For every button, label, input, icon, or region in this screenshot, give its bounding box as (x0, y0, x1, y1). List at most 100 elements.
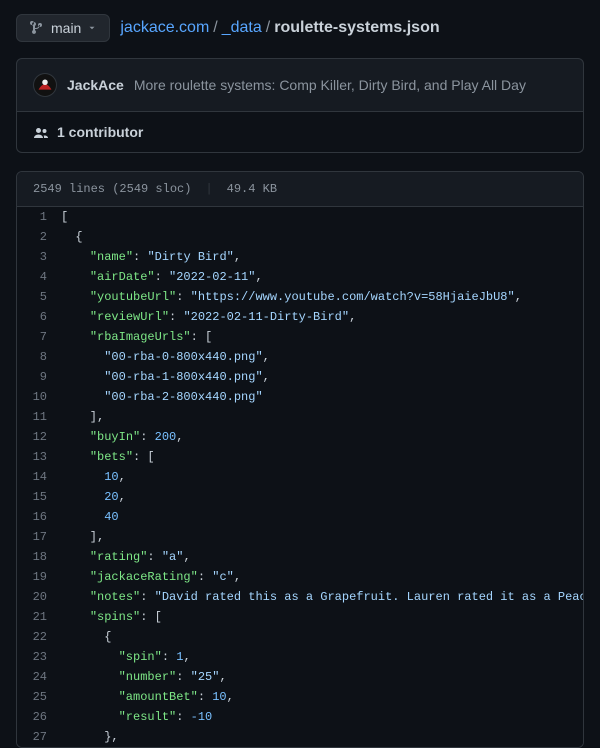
commit-message[interactable]: More roulette systems: Comp Killer, Dirt… (134, 77, 526, 93)
line-content: "rbaImageUrls": [ (61, 327, 583, 347)
line-content: 10, (61, 467, 583, 487)
code-line[interactable]: 15 20, (17, 487, 583, 507)
file-box: 2549 lines (2549 sloc) | 49.4 KB 1[2 {3 … (16, 171, 584, 748)
line-content: 40 (61, 507, 583, 527)
code-line[interactable]: 23 "spin": 1, (17, 647, 583, 667)
line-number[interactable]: 18 (17, 547, 61, 567)
git-branch-icon (29, 20, 45, 36)
code-line[interactable]: 18 "rating": "a", (17, 547, 583, 567)
avatar-image (34, 74, 56, 96)
breadcrumb-dir[interactable]: _data (222, 19, 262, 36)
line-content: { (61, 227, 583, 247)
line-number[interactable]: 22 (17, 627, 61, 647)
line-number[interactable]: 2 (17, 227, 61, 247)
line-number[interactable]: 17 (17, 527, 61, 547)
line-content: "youtubeUrl": "https://www.youtube.com/w… (61, 287, 583, 307)
line-content: "result": -10 (61, 707, 583, 727)
line-number[interactable]: 21 (17, 607, 61, 627)
line-content: "spin": 1, (61, 647, 583, 667)
line-number[interactable]: 9 (17, 367, 61, 387)
line-content: "buyIn": 200, (61, 427, 583, 447)
branch-name: main (51, 20, 81, 36)
line-content: "spins": [ (61, 607, 583, 627)
code-line[interactable]: 1[ (17, 207, 583, 227)
line-content: "notes": "David rated this as a Grapefru… (61, 587, 583, 607)
code-line[interactable]: 25 "amountBet": 10, (17, 687, 583, 707)
line-content: "amountBet": 10, (61, 687, 583, 707)
line-number[interactable]: 20 (17, 587, 61, 607)
contributors-row[interactable]: 1 contributor (16, 112, 584, 153)
code-line[interactable]: 9 "00-rba-1-800x440.png", (17, 367, 583, 387)
breadcrumb-repo[interactable]: jackace.com (120, 19, 209, 36)
code-line[interactable]: 10 "00-rba-2-800x440.png" (17, 387, 583, 407)
line-content: "00-rba-1-800x440.png", (61, 367, 583, 387)
code-line[interactable]: 7 "rbaImageUrls": [ (17, 327, 583, 347)
code-line[interactable]: 27 }, (17, 727, 583, 747)
line-number[interactable]: 14 (17, 467, 61, 487)
code-line[interactable]: 22 { (17, 627, 583, 647)
code-line[interactable]: 4 "airDate": "2022-02-11", (17, 267, 583, 287)
commit-author[interactable]: JackAce (67, 77, 124, 93)
code-line[interactable]: 17 ], (17, 527, 583, 547)
file-header: 2549 lines (2549 sloc) | 49.4 KB (17, 172, 583, 207)
code-line[interactable]: 19 "jackaceRating": "c", (17, 567, 583, 587)
code-view[interactable]: 1[2 {3 "name": "Dirty Bird",4 "airDate":… (17, 207, 583, 747)
line-number[interactable]: 23 (17, 647, 61, 667)
code-line[interactable]: 21 "spins": [ (17, 607, 583, 627)
line-number[interactable]: 6 (17, 307, 61, 327)
line-number[interactable]: 16 (17, 507, 61, 527)
code-line[interactable]: 12 "buyIn": 200, (17, 427, 583, 447)
caret-down-icon (87, 23, 97, 33)
line-number[interactable]: 26 (17, 707, 61, 727)
line-content: ], (61, 527, 583, 547)
line-number[interactable]: 11 (17, 407, 61, 427)
line-content: "jackaceRating": "c", (61, 567, 583, 587)
line-content: "00-rba-0-800x440.png", (61, 347, 583, 367)
people-icon (33, 124, 49, 140)
avatar[interactable] (33, 73, 57, 97)
code-line[interactable]: 2 { (17, 227, 583, 247)
code-line[interactable]: 26 "result": -10 (17, 707, 583, 727)
line-content: ], (61, 407, 583, 427)
code-line[interactable]: 20 "notes": "David rated this as a Grape… (17, 587, 583, 607)
line-number[interactable]: 24 (17, 667, 61, 687)
breadcrumb: jackace.com/_data/roulette-systems.json (120, 19, 439, 37)
code-line[interactable]: 16 40 (17, 507, 583, 527)
line-content: "airDate": "2022-02-11", (61, 267, 583, 287)
line-content: [ (61, 207, 583, 227)
code-line[interactable]: 11 ], (17, 407, 583, 427)
line-number[interactable]: 3 (17, 247, 61, 267)
line-number[interactable]: 7 (17, 327, 61, 347)
line-content: { (61, 627, 583, 647)
breadcrumb-bar: main jackace.com/_data/roulette-systems.… (0, 0, 600, 52)
line-content: "00-rba-2-800x440.png" (61, 387, 583, 407)
branch-select-button[interactable]: main (16, 14, 110, 42)
line-number[interactable]: 25 (17, 687, 61, 707)
line-content: "bets": [ (61, 447, 583, 467)
code-line[interactable]: 5 "youtubeUrl": "https://www.youtube.com… (17, 287, 583, 307)
line-content: "name": "Dirty Bird", (61, 247, 583, 267)
line-content: "reviewUrl": "2022-02-11-Dirty-Bird", (61, 307, 583, 327)
line-number[interactable]: 12 (17, 427, 61, 447)
latest-commit-box[interactable]: JackAce More roulette systems: Comp Kill… (16, 58, 584, 112)
line-number[interactable]: 19 (17, 567, 61, 587)
line-number[interactable]: 15 (17, 487, 61, 507)
line-number[interactable]: 4 (17, 267, 61, 287)
line-content: 20, (61, 487, 583, 507)
line-content: }, (61, 727, 583, 747)
breadcrumb-file: roulette-systems.json (274, 19, 439, 36)
line-number[interactable]: 13 (17, 447, 61, 467)
code-line[interactable]: 3 "name": "Dirty Bird", (17, 247, 583, 267)
line-number[interactable]: 8 (17, 347, 61, 367)
contributors-label: 1 contributor (57, 124, 143, 140)
file-size: 49.4 KB (227, 182, 277, 196)
line-number[interactable]: 1 (17, 207, 61, 227)
code-line[interactable]: 14 10, (17, 467, 583, 487)
code-line[interactable]: 8 "00-rba-0-800x440.png", (17, 347, 583, 367)
code-line[interactable]: 13 "bets": [ (17, 447, 583, 467)
line-number[interactable]: 10 (17, 387, 61, 407)
line-number[interactable]: 27 (17, 727, 61, 747)
code-line[interactable]: 24 "number": "25", (17, 667, 583, 687)
code-line[interactable]: 6 "reviewUrl": "2022-02-11-Dirty-Bird", (17, 307, 583, 327)
line-number[interactable]: 5 (17, 287, 61, 307)
